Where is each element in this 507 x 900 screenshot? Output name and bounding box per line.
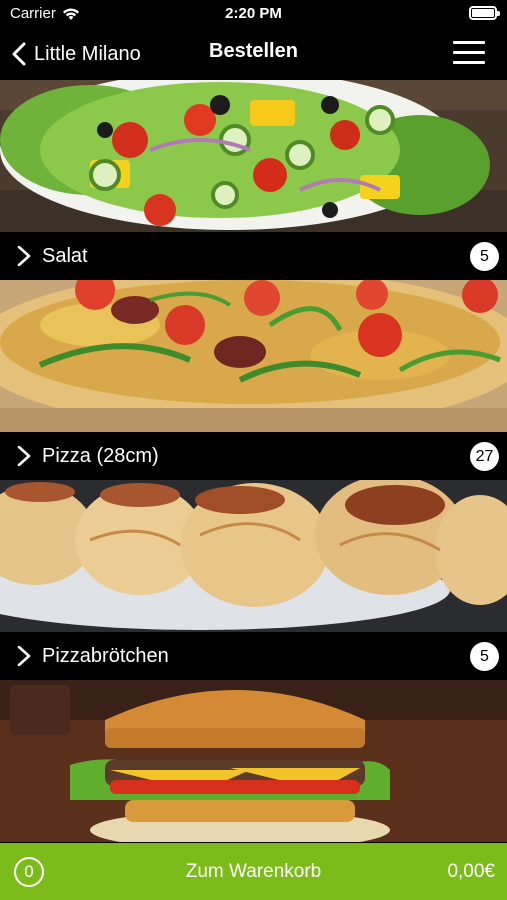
category-salat[interactable]: Salat 5: [0, 80, 507, 280]
back-label: Little Milano: [34, 42, 141, 65]
cart-bar[interactable]: 0 Zum Warenkorb 0,00€: [0, 843, 507, 900]
category-burger[interactable]: [0, 680, 507, 842]
chevron-right-icon: [17, 646, 31, 666]
category-bar: Salat 5: [0, 232, 507, 280]
battery-icon: [469, 6, 500, 20]
chevron-left-icon: [12, 42, 26, 66]
cart-total: 0,00€: [447, 861, 495, 882]
chevron-right-icon: [17, 246, 31, 266]
category-list: Salat 5 Pizza (28cm) 27 Pizzabrötchen 5: [0, 80, 507, 842]
hamburger-line: [453, 51, 485, 54]
category-bar: Pizzabrötchen 5: [0, 632, 507, 680]
nav-bar: Little Milano Bestellen: [0, 28, 507, 80]
category-count-badge: 5: [470, 242, 499, 271]
pizza-rolls-image: [0, 480, 507, 632]
category-count-badge: 5: [470, 642, 499, 671]
back-button[interactable]: Little Milano: [12, 40, 141, 68]
pizza-image: [0, 280, 507, 432]
category-label: Pizzabrötchen: [42, 645, 169, 667]
cart-button-label: Zum Warenkorb: [185, 861, 322, 882]
category-pizza[interactable]: Pizza (28cm) 27: [0, 280, 507, 480]
status-bar: Carrier 2:20 PM: [0, 0, 507, 28]
chevron-right-icon: [17, 446, 31, 466]
category-pizzabroetchen[interactable]: Pizzabrötchen 5: [0, 480, 507, 680]
hamburger-icon: [453, 41, 485, 44]
salad-image: [0, 80, 507, 232]
category-label: Salat: [42, 245, 88, 267]
category-count-badge: 27: [470, 442, 499, 471]
status-time: 2:20 PM: [225, 5, 282, 22]
category-bar: Pizza (28cm) 27: [0, 432, 507, 480]
menu-button[interactable]: [453, 41, 485, 65]
burger-image: [0, 680, 507, 842]
hamburger-line: [453, 61, 485, 64]
category-label: Pizza (28cm): [42, 445, 159, 467]
